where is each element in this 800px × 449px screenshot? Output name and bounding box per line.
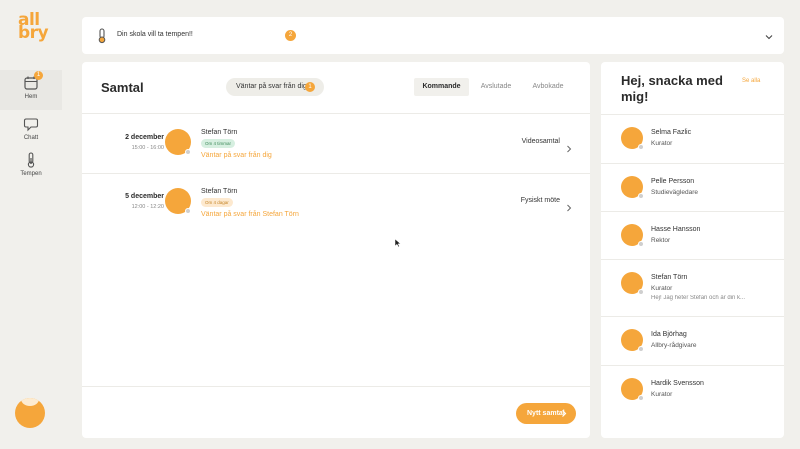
status-dot: [638, 193, 644, 199]
appointment-date: 5 december: [125, 193, 164, 200]
tab-avbokade[interactable]: Avbokade: [523, 78, 573, 96]
contact-role: Studievägledare: [651, 189, 698, 196]
contacts-panel: Hej, snacka med mig! Se alla Selma Fazli…: [601, 62, 784, 438]
pending-filter-button[interactable]: Väntar på svar från dig 1: [226, 78, 324, 96]
avatar: [621, 127, 644, 150]
nav-label-tempen: Tempen: [20, 171, 42, 177]
appointment-row[interactable]: 2 december 15:00 - 16:00 Stefan Törn Om …: [82, 114, 590, 172]
appointment-name: Stefan Törn: [201, 188, 238, 195]
chat-icon: [23, 116, 39, 132]
contact-name: Stefan Törn: [651, 274, 688, 281]
contact-message-preview: Hej! Jag heter Stefan och är din k...: [651, 295, 746, 301]
time-badge: Om 4 timmar: [201, 139, 236, 148]
sidebar: all bry 1 Hem Chatt Tempen: [0, 0, 68, 449]
appointment-status: Väntar på svar från Stefan Törn: [201, 211, 299, 218]
hem-badge: 1: [34, 71, 43, 80]
nav-label-chatt: Chatt: [23, 135, 39, 141]
appointment-name: Stefan Törn: [201, 129, 238, 136]
user-avatar[interactable]: [15, 398, 45, 428]
thermometer-icon: [23, 152, 39, 168]
chevron-right-icon: [565, 140, 573, 158]
new-samtal-button[interactable]: Nytt samtal: [516, 403, 576, 424]
avatar: [621, 224, 644, 247]
samtal-panel: Samtal Väntar på svar från dig 1 Kommand…: [82, 62, 590, 438]
avatar: [621, 378, 644, 401]
appointment-type: Fysiskt möte: [520, 197, 560, 204]
nav-item-chatt[interactable]: Chatt: [0, 113, 62, 153]
avatar: [165, 188, 191, 214]
contact-item[interactable]: Stefan Törn Kurator Hej! Jag heter Stefa…: [601, 260, 784, 316]
avatar: [621, 272, 644, 295]
contact-role: Kurator: [651, 140, 673, 147]
tab-avslutade[interactable]: Avslutade: [471, 78, 521, 96]
status-dot: [185, 208, 191, 214]
chevron-right-icon: [565, 199, 573, 217]
appointment-type: Videosamtal: [521, 138, 560, 145]
mouse-cursor-icon: [394, 235, 402, 253]
contact-name: Hardik Svensson: [651, 380, 704, 387]
allbry-logo[interactable]: all bry: [18, 12, 49, 42]
contact-item[interactable]: Selma Fazlic Kurator: [601, 115, 784, 164]
status-dot: [638, 241, 644, 247]
contact-role: Allbry-rådgivare: [651, 342, 697, 349]
contact-item[interactable]: Ida Björhag Allbry-rådgivare: [601, 317, 784, 366]
nav-item-hem[interactable]: 1 Hem: [0, 70, 62, 110]
banner-text: Din skola vill ta tempen!!: [117, 31, 193, 38]
calendar-icon: 1: [23, 71, 43, 91]
status-dot: [185, 149, 191, 155]
contact-role: Rektor: [651, 237, 671, 244]
avatar: [621, 329, 644, 352]
pending-badge: 1: [305, 82, 315, 92]
see-all-link[interactable]: Se alla: [742, 77, 762, 86]
thermometer-icon: [96, 28, 108, 49]
appointment-row[interactable]: 5 december 12:00 - 12:20 Stefan Törn Om …: [82, 173, 590, 231]
contact-name: Pelle Persson: [651, 178, 695, 185]
contact-item[interactable]: Hardik Svensson Kurator: [601, 366, 784, 415]
banner-badge: 2: [285, 30, 296, 41]
status-dot: [638, 395, 644, 401]
contact-item[interactable]: Pelle Persson Studievägledare: [601, 164, 784, 213]
chevron-right-icon: [560, 409, 568, 420]
chevron-down-icon[interactable]: [764, 29, 774, 47]
status-dot: [638, 289, 644, 295]
contact-name: Hasse Hansson: [651, 226, 701, 233]
contact-role: Kurator: [651, 285, 673, 292]
pending-label: Väntar på svar från dig: [236, 83, 307, 90]
nav-label-hem: Hem: [24, 94, 38, 100]
divider: [82, 386, 590, 387]
avatar: [165, 129, 191, 155]
page-title: Samtal: [101, 80, 144, 95]
status-dot: [638, 144, 644, 150]
appointment-status: Väntar på svar från dig: [201, 152, 272, 159]
status-dot: [638, 346, 644, 352]
appointment-date: 2 december: [125, 134, 164, 141]
nav-item-tempen[interactable]: Tempen: [0, 152, 62, 192]
contact-name: Ida Björhag: [651, 331, 687, 338]
contact-item[interactable]: Hasse Hansson Rektor: [601, 212, 784, 261]
contact-name: Selma Fazlic: [651, 129, 692, 136]
tab-kommande[interactable]: Kommande: [414, 78, 469, 96]
contact-role: Kurator: [651, 391, 673, 398]
avatar: [621, 176, 644, 199]
appointment-time: 15:00 - 16:00: [131, 145, 164, 151]
tempen-banner[interactable]: Din skola vill ta tempen!! 2: [82, 17, 784, 54]
appointment-time: 12:00 - 12:20: [131, 204, 164, 210]
time-badge: Om 4 dagar: [201, 198, 233, 207]
contacts-title: Hej, snacka med mig!: [621, 73, 723, 104]
